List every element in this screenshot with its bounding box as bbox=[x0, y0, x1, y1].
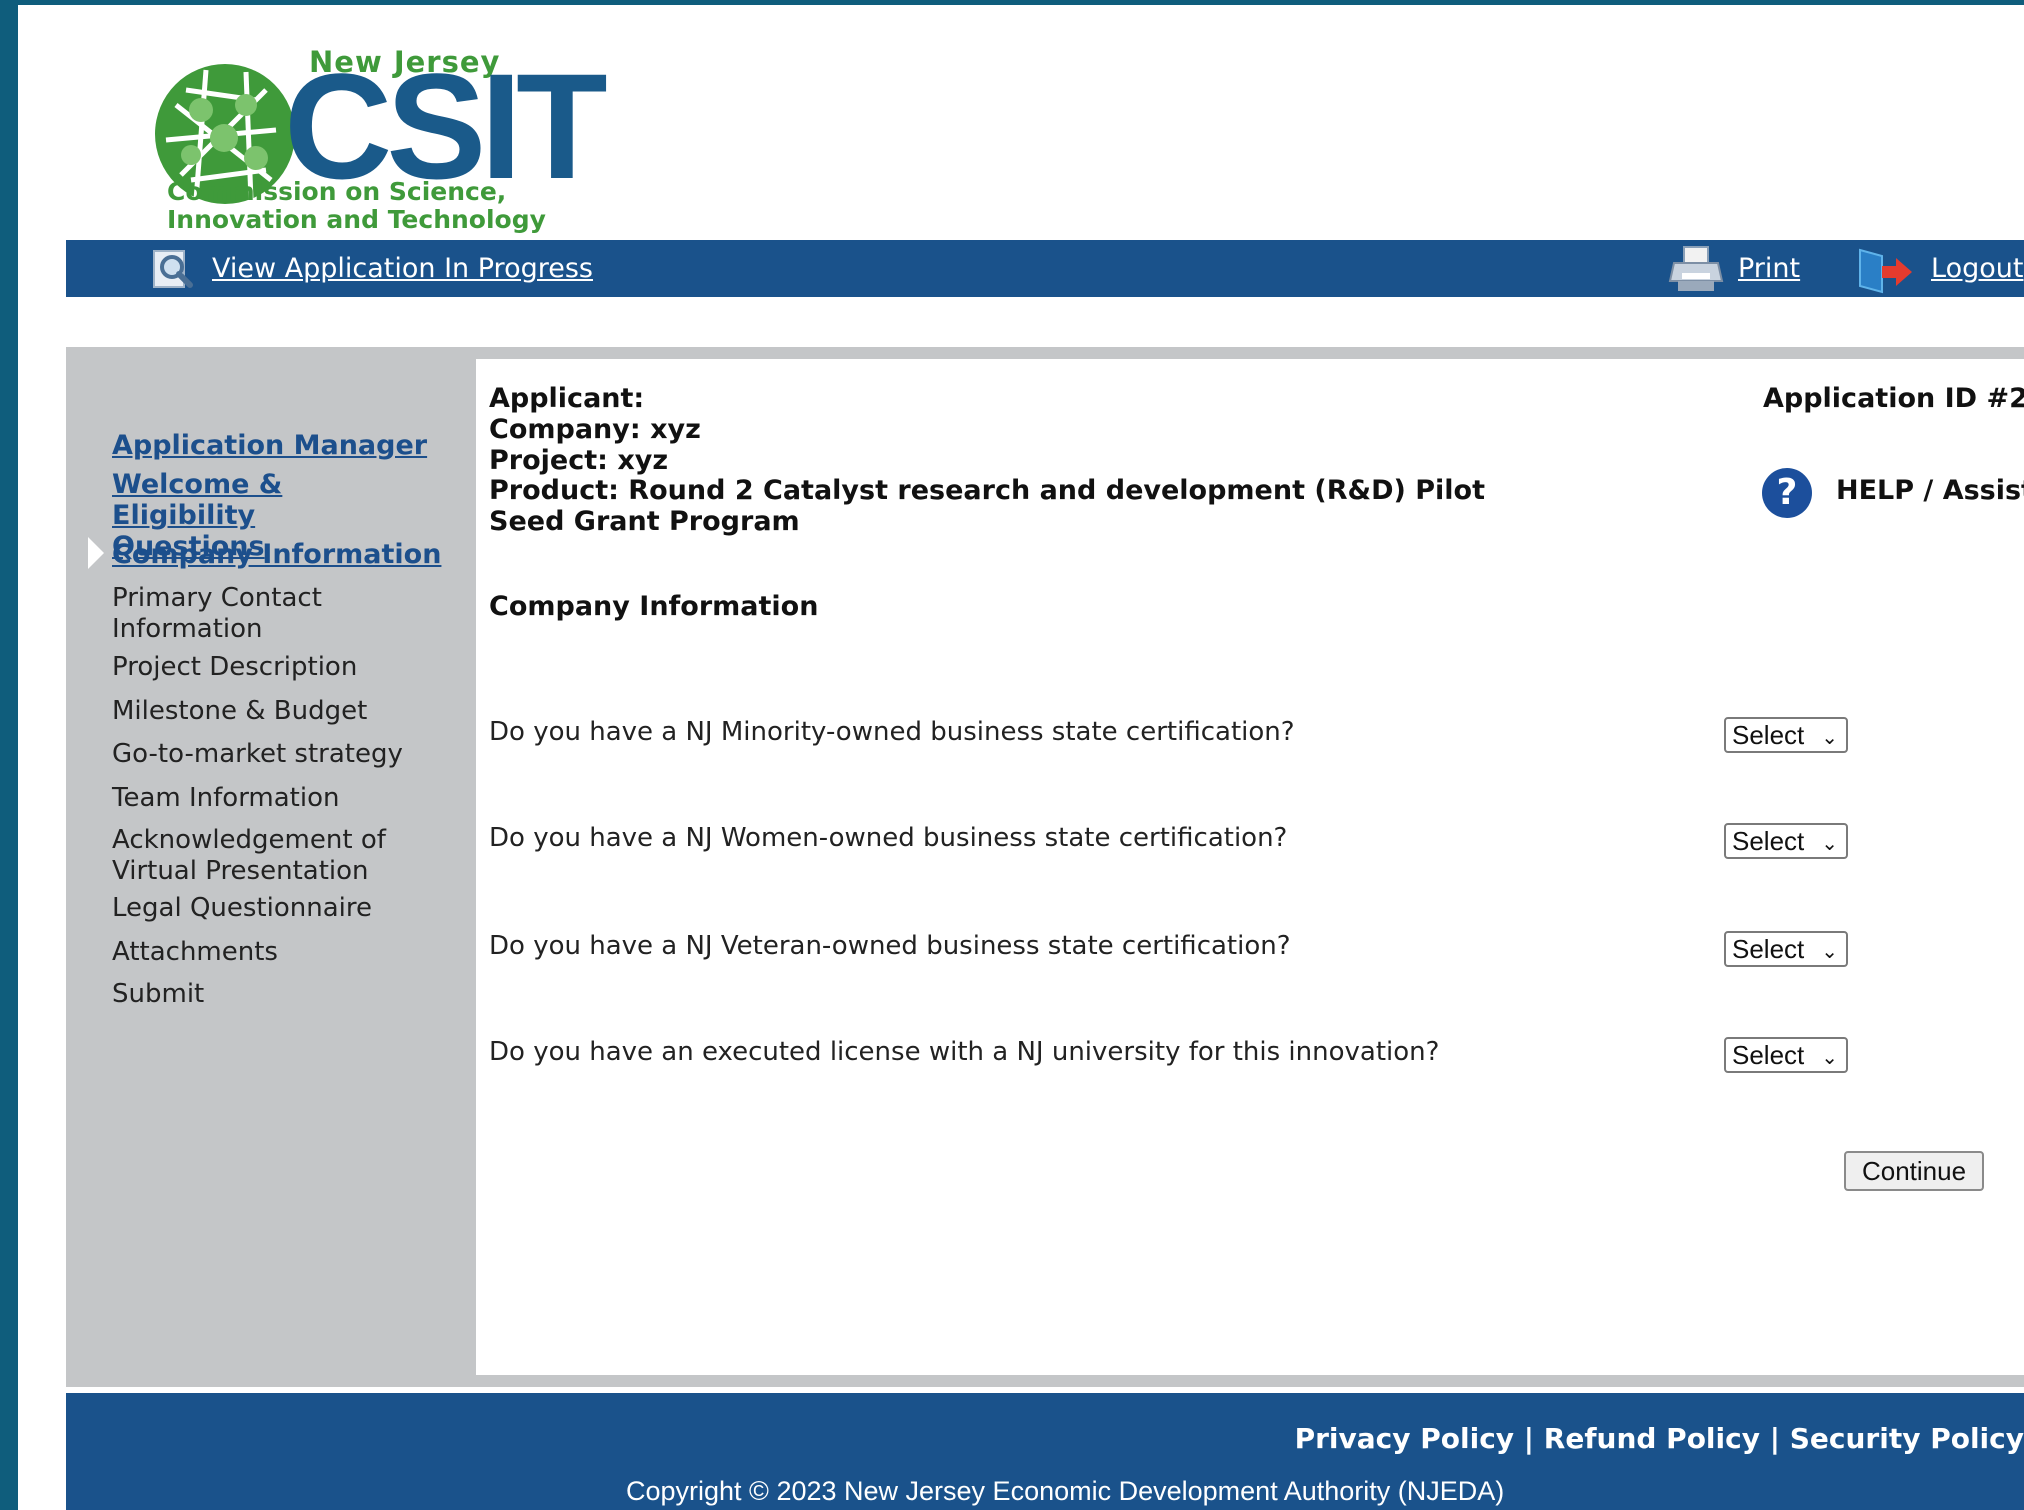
question-women-owned: Do you have a NJ Women-owned business st… bbox=[489, 823, 1288, 853]
sidebar-item-milestone-budget: Milestone & Budget bbox=[112, 696, 368, 726]
product-label-line2: Seed Grant Program bbox=[489, 506, 800, 537]
top-nav-bar: View Application In Progress Print Logou… bbox=[66, 240, 2024, 297]
sidebar-item-go-to-market: Go-to-market strategy bbox=[112, 739, 403, 769]
sidebar: Application Manager Welcome & Eligibilit… bbox=[66, 347, 464, 1387]
print-link[interactable]: Print bbox=[1738, 254, 1800, 284]
footer-separator: | bbox=[1523, 1422, 1535, 1455]
help-assistance-link[interactable]: HELP / Assistance bbox=[1836, 475, 2024, 506]
main-area: Application Manager Welcome & Eligibilit… bbox=[66, 347, 2024, 1387]
logo-subtitle-line2: Innovation and Technology bbox=[167, 205, 546, 234]
minority-owned-select[interactable]: Select ⌄ bbox=[1724, 717, 1848, 753]
university-license-select[interactable]: Select ⌄ bbox=[1724, 1037, 1848, 1073]
policy-links: Privacy Policy | Refund Policy | Securit… bbox=[1295, 1423, 2024, 1455]
minority-owned-select-value: Select bbox=[1732, 720, 1805, 750]
logout-link[interactable]: Logout bbox=[1931, 254, 2023, 284]
logo-subtitle: Commission on Science, Innovation and Te… bbox=[167, 178, 546, 234]
magnifier-document-icon[interactable] bbox=[148, 247, 196, 291]
page-frame: New Jersey CSIT Commission on Science, I… bbox=[18, 5, 2024, 1510]
question-circle-icon[interactable]: ? bbox=[1762, 468, 1812, 518]
copyright-text: Copyright © 2023 New Jersey Economic Dev… bbox=[626, 1476, 1505, 1506]
sidebar-item-submit: Submit bbox=[112, 979, 205, 1009]
project-label: Project: xyz bbox=[489, 445, 669, 476]
footer-separator: | bbox=[1769, 1422, 1780, 1455]
question-university-license: Do you have an executed license with a N… bbox=[489, 1037, 1440, 1067]
university-license-select-value: Select bbox=[1732, 1040, 1805, 1070]
veteran-owned-select-value: Select bbox=[1732, 934, 1805, 964]
privacy-policy-link[interactable]: Privacy Policy bbox=[1295, 1422, 1514, 1455]
logo-subtitle-line1: Commission on Science, bbox=[167, 177, 507, 206]
product-label-line1: Product: Round 2 Catalyst research and d… bbox=[489, 475, 1485, 506]
sidebar-item-legal-questionnaire: Legal Questionnaire bbox=[112, 893, 372, 923]
question-veteran-owned: Do you have a NJ Veteran-owned business … bbox=[489, 931, 1291, 961]
chevron-down-icon: ⌄ bbox=[1821, 939, 1838, 963]
veteran-owned-select[interactable]: Select ⌄ bbox=[1724, 931, 1848, 967]
section-title: Company Information bbox=[489, 591, 819, 622]
chevron-down-icon: ⌄ bbox=[1821, 831, 1838, 855]
applicant-label: Applicant: bbox=[489, 383, 645, 414]
sidebar-item-acknowledgement: Acknowledgement of Virtual Presentation bbox=[112, 825, 386, 886]
women-owned-select[interactable]: Select ⌄ bbox=[1724, 823, 1848, 859]
company-label: Company: xyz bbox=[489, 414, 701, 445]
logout-icon[interactable] bbox=[1856, 246, 1914, 294]
printer-icon[interactable] bbox=[1668, 245, 1724, 293]
refund-policy-link[interactable]: Refund Policy bbox=[1544, 1422, 1760, 1455]
sidebar-item-primary-contact: Primary Contact Information bbox=[112, 583, 322, 644]
sidebar-item-attachments: Attachments bbox=[112, 937, 278, 967]
chevron-down-icon: ⌄ bbox=[1821, 1045, 1838, 1069]
content-panel: Applicant: Company: xyz Project: xyz Pro… bbox=[476, 359, 2024, 1375]
sidebar-link-company-information[interactable]: Company Information bbox=[112, 539, 441, 570]
sidebar-link-application-manager[interactable]: Application Manager bbox=[112, 430, 427, 461]
continue-button[interactable]: Continue bbox=[1844, 1151, 1984, 1191]
current-step-arrow-icon bbox=[88, 537, 104, 569]
sidebar-item-project-description: Project Description bbox=[112, 652, 358, 682]
security-policy-link[interactable]: Security Policy bbox=[1790, 1422, 2024, 1455]
application-id: Application ID #203292 bbox=[1763, 383, 2024, 414]
chevron-down-icon: ⌄ bbox=[1821, 725, 1838, 749]
sidebar-item-team-information: Team Information bbox=[112, 783, 340, 813]
csit-logo: New Jersey CSIT Commission on Science, I… bbox=[146, 45, 608, 245]
question-minority-owned: Do you have a NJ Minority-owned business… bbox=[489, 717, 1295, 747]
view-application-link[interactable]: View Application In Progress bbox=[212, 254, 593, 284]
footer: Privacy Policy | Refund Policy | Securit… bbox=[66, 1393, 2024, 1510]
women-owned-select-value: Select bbox=[1732, 826, 1805, 856]
